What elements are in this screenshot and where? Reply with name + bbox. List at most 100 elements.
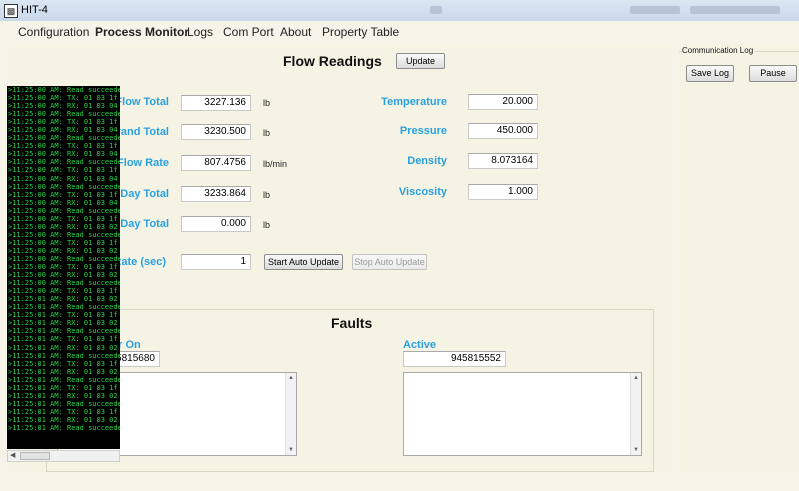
log-line: >11:25:00 AM: Read succeeded: ( (8, 230, 120, 239)
log-line: >11:25:00 AM: RX: 01 03 02 0d d (8, 246, 120, 255)
log-horizontal-scrollbar[interactable]: ◀ (7, 450, 120, 462)
communication-log-group (679, 51, 799, 472)
titlebar-decoration (430, 6, 442, 14)
scroll-down-icon[interactable]: ▼ (631, 445, 641, 455)
log-line: >11:25:00 AM: TX: 01 03 1f 44 00 (8, 142, 120, 151)
flow-total-field[interactable]: 3227.136 (181, 95, 251, 111)
log-line: >11:25:00 AM: Read succeeded: ( (8, 279, 120, 288)
log-line: >11:25:00 AM: RX: 01 03 04 00 00 (8, 150, 120, 159)
active-faults-label: Active (403, 339, 437, 351)
scroll-down-icon[interactable]: ▼ (286, 445, 296, 455)
menu-property-table[interactable]: Property Table (322, 25, 399, 39)
log-line: >11:25:00 AM: RX: 01 03 04 42 c (8, 102, 120, 111)
log-line: >11:25:01 AM: TX: 01 03 1f 4f 00 (8, 407, 120, 416)
current-day-total-field[interactable]: 3233.864 (181, 186, 251, 202)
log-line: >11:25:00 AM: TX: 01 03 1f 41 00 (8, 94, 120, 103)
communication-log-output[interactable]: >11:25:00 AM: Read succeeded: (>11:25:00… (7, 86, 120, 449)
window-titlebar: ▩ HIT-4 (0, 0, 799, 22)
since-power-on-scrollbar[interactable]: ▲ ▼ (285, 373, 296, 455)
active-faults-scrollbar[interactable]: ▲ ▼ (630, 373, 641, 455)
log-line: >11:25:01 AM: Read succeeded: ( (8, 399, 120, 408)
grand-total-unit: lb (263, 128, 271, 138)
log-line: >11:25:01 AM: TX: 01 03 1f 4f 00 (8, 383, 120, 392)
log-line: >11:25:00 AM: TX: 01 03 1f 5c 00 (8, 287, 120, 296)
log-line: >11:25:00 AM: RX: 01 03 04 43 e (8, 198, 120, 207)
viscosity-label: Viscosity (398, 186, 447, 198)
log-line: >11:25:01 AM: Read succeeded: ( (8, 303, 120, 312)
faults-title: Faults (331, 315, 373, 331)
scroll-up-icon[interactable]: ▲ (631, 373, 641, 383)
density-label: Density (407, 155, 447, 167)
pause-button[interactable]: Pause (749, 65, 797, 82)
stop-auto-update-button[interactable]: Stop Auto Update (352, 254, 427, 270)
communication-log-title: Communication Log (682, 46, 756, 55)
scroll-left-icon[interactable]: ◀ (10, 451, 15, 461)
app-icon: ▩ (4, 4, 18, 18)
pressure-label: Pressure (399, 125, 447, 137)
log-line: >11:25:01 AM: TX: 01 03 1f 5e 00 (8, 335, 120, 344)
scroll-up-icon[interactable]: ▲ (286, 373, 296, 383)
log-line: >11:25:00 AM: TX: 01 03 1f 5b 00 (8, 263, 120, 272)
log-line: >11:25:00 AM: TX: 01 03 1f 59 00 (8, 214, 120, 223)
log-line: >11:25:01 AM: Read succeeded: ( (8, 423, 120, 432)
titlebar-decoration (690, 6, 780, 14)
pressure-field[interactable]: 450.000 (468, 123, 538, 139)
log-line: >11:25:01 AM: Read succeeded: ( (8, 351, 120, 360)
log-line: >11:25:00 AM: RX: 01 03 04 43 fa (8, 174, 120, 183)
communication-log-panel: Communication Log Save Log Pause (679, 43, 799, 473)
active-faults-field[interactable]: 945815552 (403, 351, 506, 367)
log-line: >11:25:00 AM: TX: 01 03 1f 5a 00 (8, 238, 120, 247)
flow-rate-field[interactable]: 807.4756 (181, 155, 251, 171)
log-line: >11:25:00 AM: Read succeeded: ( (8, 206, 120, 215)
log-line: >11:25:00 AM: RX: 01 03 02 02 d (8, 271, 120, 280)
density-field[interactable]: 8.073164 (468, 153, 538, 169)
grand-total-field[interactable]: 3230.500 (181, 124, 251, 140)
viscosity-field[interactable]: 1.000 (468, 184, 538, 200)
titlebar-decoration (630, 6, 680, 14)
current-day-total-unit: lb (263, 190, 271, 200)
temperature-label: Temperature (381, 96, 447, 108)
refresh-rate-field[interactable]: 1 (181, 254, 251, 270)
log-line: >11:25:01 AM: TX: 01 03 1f 5d 00 (8, 311, 120, 320)
previous-day-total-field[interactable]: 0.000 (181, 216, 251, 232)
start-auto-update-button[interactable]: Start Auto Update (264, 254, 343, 270)
menu-process-monitor[interactable]: Process Monitor (95, 25, 189, 39)
flow-readings-title: Flow Readings (283, 53, 382, 69)
log-line: >11:25:01 AM: RX: 01 03 02 00 0 (8, 367, 120, 376)
previous-day-total-unit: lb (263, 220, 271, 230)
log-line: >11:25:01 AM: RX: 01 03 02 00 0 (8, 415, 120, 424)
active-faults-list[interactable]: ▲ ▼ (403, 372, 642, 456)
log-line: >11:25:01 AM: Read succeeded: ( (8, 375, 120, 384)
log-line: >11:25:01 AM: RX: 01 03 02 0e 2 (8, 295, 120, 304)
scroll-thumb[interactable] (20, 452, 50, 460)
log-line: >11:25:00 AM: TX: 01 03 1f 45 00 (8, 166, 120, 175)
log-line: >11:25:00 AM: Read succeeded: ( (8, 110, 120, 119)
menu-about[interactable]: About (280, 25, 311, 39)
menu-logs[interactable]: Logs (187, 25, 213, 39)
log-line: >11:25:00 AM: Read succeeded: ( (8, 86, 120, 94)
flow-rate-unit: lb/min (263, 159, 288, 169)
window-title: HIT-4 (21, 4, 48, 16)
log-line: >11:25:00 AM: RX: 01 03 02 04 e (8, 222, 120, 231)
window-bottom-edge (0, 474, 799, 491)
log-line: >11:25:00 AM: Read succeeded: ( (8, 134, 120, 143)
log-line: >11:25:00 AM: Read succeeded: ( (8, 254, 120, 263)
log-line: >11:25:01 AM: RX: 01 03 02 00 0 (8, 343, 120, 352)
temperature-field[interactable]: 20.000 (468, 94, 538, 110)
log-line: >11:25:00 AM: RX: 01 03 04 41 a (8, 126, 120, 135)
log-line: >11:25:01 AM: RX: 01 03 02 00 0 (8, 391, 120, 400)
log-line: >11:25:00 AM: TX: 01 03 1f 42 00 (8, 118, 120, 127)
log-line: >11:25:00 AM: Read succeeded: ( (8, 182, 120, 191)
log-line: >11:25:00 AM: Read succeeded: ( (8, 158, 120, 167)
log-line: >11:25:01 AM: TX: 01 03 1f 5f 00 (8, 359, 120, 368)
update-button[interactable]: Update (396, 53, 445, 69)
menu-com-port[interactable]: Com Port (223, 25, 274, 39)
log-lines: >11:25:00 AM: Read succeeded: (>11:25:00… (7, 86, 120, 432)
flow-total-unit: lb (263, 98, 271, 108)
save-log-button[interactable]: Save Log (686, 65, 734, 82)
log-line: >11:25:01 AM: Read succeeded: ( (8, 327, 120, 336)
menu-bar: Configuration Process Monitor Logs Com P… (0, 21, 799, 43)
log-line: >11:25:01 AM: RX: 01 03 02 00 0 (8, 319, 120, 328)
log-line: >11:25:00 AM: TX: 01 03 1f 46 00 (8, 190, 120, 199)
menu-configuration[interactable]: Configuration (18, 25, 89, 39)
